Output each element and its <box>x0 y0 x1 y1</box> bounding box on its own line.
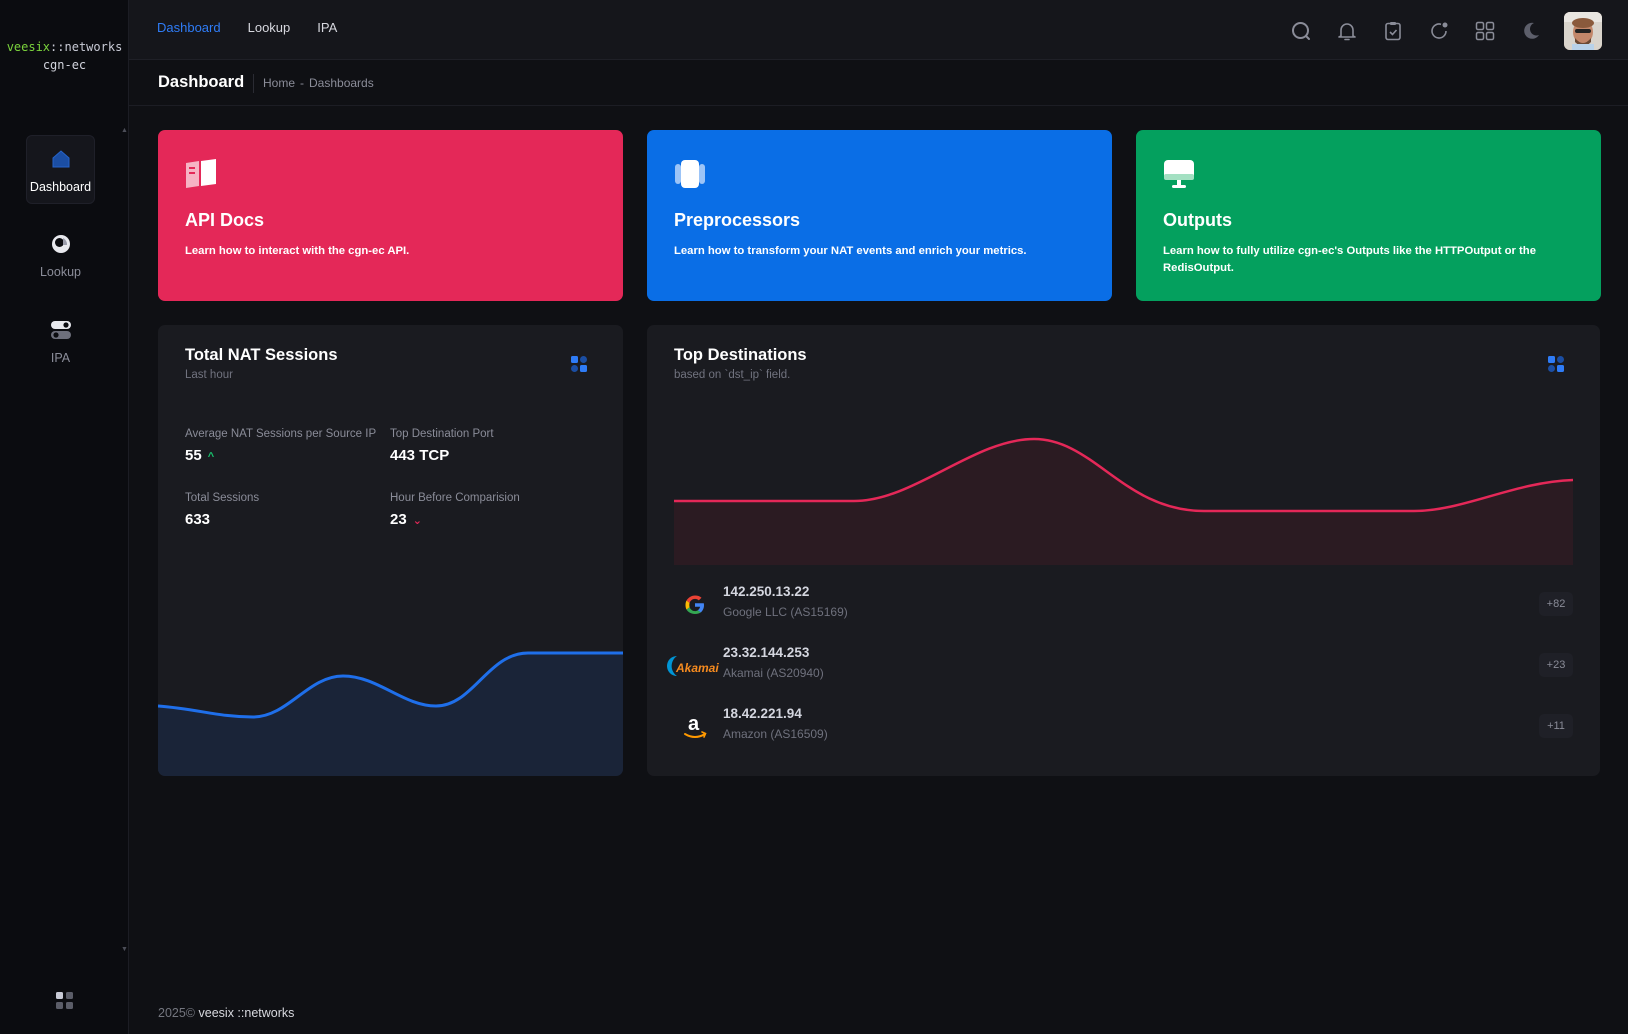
stat-value-top-port: 443 TCP <box>390 447 450 464</box>
akamai-icon: Akamai <box>667 656 719 676</box>
sidebar-item-label: Dashboard <box>29 180 92 194</box>
destination-ip: 18.42.221.94 <box>723 706 802 721</box>
panel-menu-icon[interactable] <box>1548 356 1564 372</box>
footer: 2025© veesix ::networks <box>158 1006 294 1020</box>
stat-label: Average NAT Sessions per Source IP <box>185 428 377 440</box>
stat-value-total-sessions: 633 <box>185 511 211 528</box>
lookup-icon <box>51 235 70 253</box>
scroll-up-arrow[interactable]: ▲ <box>121 127 128 134</box>
avatar[interactable] <box>1564 12 1602 50</box>
top-destinations-panel: Top Destinations based on `dst_ip` field… <box>647 325 1600 776</box>
sidebar-item-ipa[interactable]: IPA <box>26 307 95 376</box>
amazon-wordmark: a <box>688 713 700 735</box>
app-root: veesix::networks cgn-ec ▲ Dashboard Look… <box>0 0 1628 1034</box>
destination-ip: 142.250.13.22 <box>723 584 810 599</box>
bell-icon[interactable] <box>1336 20 1358 42</box>
banner-title: API Docs <box>185 210 265 230</box>
banner-text: Learn how to fully utilize cgn-ec's Outp… <box>1163 245 1536 274</box>
search-icon[interactable] <box>1290 20 1312 42</box>
logo[interactable]: veesix::networks cgn-ec <box>0 38 129 74</box>
stat-value-avg-sessions: 55 ^ <box>185 447 214 464</box>
logo-app-name: cgn-ec <box>42 58 87 72</box>
total-nat-sessions-panel: Total NAT Sessions Last hour Average NAT… <box>158 325 623 776</box>
breadcrumb-home[interactable]: Home <box>263 76 295 90</box>
destination-row[interactable]: 142.250.13.22 Google LLC (AS15169) +82 <box>667 580 1573 630</box>
theme-moon-icon[interactable] <box>1520 20 1542 42</box>
home-icon <box>52 150 69 168</box>
stat-label: Hour Before Comparision <box>390 492 520 504</box>
panel-title: Top Destinations <box>674 346 807 364</box>
panel-subtitle: based on `dst_ip` field. <box>674 369 791 381</box>
sidebar-item-dashboard[interactable]: Dashboard <box>26 135 95 204</box>
preprocessors-card[interactable]: Preprocessors Learn how to transform you… <box>647 130 1112 301</box>
amazon-icon: a <box>684 713 707 738</box>
apps-grid-icon[interactable] <box>1474 20 1496 42</box>
outputs-card[interactable]: Outputs Learn how to fully utilize cgn-e… <box>1136 130 1601 301</box>
clipboard-icon[interactable] <box>1382 20 1404 42</box>
destination-count-badge: +11 <box>1539 714 1573 738</box>
stat-label: Total Sessions <box>185 492 260 504</box>
panel-menu-icon[interactable] <box>571 356 587 372</box>
top-menu-ipa[interactable]: IPA <box>317 20 337 35</box>
banner-text: Learn how to interact with the cgn-ec AP… <box>185 245 410 257</box>
page-title: Dashboard <box>158 73 245 91</box>
top-icons <box>1266 12 1602 50</box>
book-icon <box>186 159 216 188</box>
footer-copyright: 2025© <box>158 1006 196 1020</box>
footer-brand-link[interactable]: veesix ::networks <box>199 1006 295 1020</box>
logo-brand-suffix: ::networks <box>50 40 123 54</box>
trend-down-icon: ⌄ <box>412 515 422 527</box>
avatar-image <box>1564 12 1602 50</box>
panel-title: Total NAT Sessions <box>185 346 338 364</box>
akamai-logo: Akamai <box>664 647 724 685</box>
destination-count-badge: +82 <box>1539 592 1573 616</box>
topbar: Dashboard Lookup IPA <box>129 0 1628 60</box>
destination-org: Google LLC (AS15169) <box>723 605 848 619</box>
destination-org: Amazon (AS16509) <box>723 727 828 741</box>
banner-text: Learn how to transform your NAT events a… <box>674 245 1027 257</box>
top-menu-dashboard[interactable]: Dashboard <box>157 20 221 35</box>
trend-up-icon: ^ <box>207 451 215 463</box>
destination-count-badge: +23 <box>1539 653 1573 677</box>
sidebar-item-label: IPA <box>50 351 71 365</box>
stat-label: Top Destination Port <box>390 428 494 440</box>
logo-brand-prefix: veesix <box>6 40 51 54</box>
amazon-logo: a <box>676 708 714 746</box>
toggle-icon <box>50 321 71 339</box>
layers-icon <box>675 160 705 188</box>
nat-sessions-area-chart <box>158 651 623 776</box>
akamai-wordmark: Akamai <box>675 661 719 675</box>
breadcrumb: Home - Dashboards <box>263 76 374 90</box>
banner-title: Preprocessors <box>674 210 801 230</box>
destination-row[interactable]: a 18.42.221.94 Amazon (AS16509) +11 <box>667 702 1573 752</box>
refresh-icon[interactable] <box>1428 20 1450 42</box>
destination-org: Akamai (AS20940) <box>723 666 824 680</box>
scroll-down-arrow[interactable]: ▼ <box>121 946 128 953</box>
toolbar-divider <box>253 74 254 93</box>
monitor-icon <box>1164 160 1194 188</box>
destination-ip: 23.32.144.253 <box>723 645 810 660</box>
stat-value: 23 <box>390 511 407 528</box>
api-docs-card[interactable]: API Docs Learn how to interact with the … <box>158 130 623 301</box>
banner-title: Outputs <box>1163 210 1232 230</box>
stat-value: 55 <box>185 447 202 464</box>
destination-row[interactable]: Akamai 23.32.144.253 Akamai (AS20940) +2… <box>667 641 1573 691</box>
apps-menu-icon[interactable] <box>55 991 75 1011</box>
google-logo <box>676 586 714 624</box>
top-menu: Dashboard Lookup IPA <box>157 20 364 35</box>
breadcrumb-dashboards: Dashboards <box>309 76 374 90</box>
sidebar: veesix::networks cgn-ec ▲ Dashboard Look… <box>0 0 129 1034</box>
google-icon <box>685 595 704 614</box>
breadcrumb-separator: - <box>300 76 305 90</box>
sidebar-item-lookup[interactable]: Lookup <box>26 221 95 290</box>
stat-value-hour-comparison: 23 ⌄ <box>390 511 422 528</box>
top-menu-lookup[interactable]: Lookup <box>248 20 291 35</box>
panel-subtitle: Last hour <box>185 369 233 381</box>
destinations-area-chart <box>674 437 1573 565</box>
toolbar: Dashboard Home - Dashboards <box>129 60 1628 106</box>
sidebar-item-label: Lookup <box>39 265 81 279</box>
